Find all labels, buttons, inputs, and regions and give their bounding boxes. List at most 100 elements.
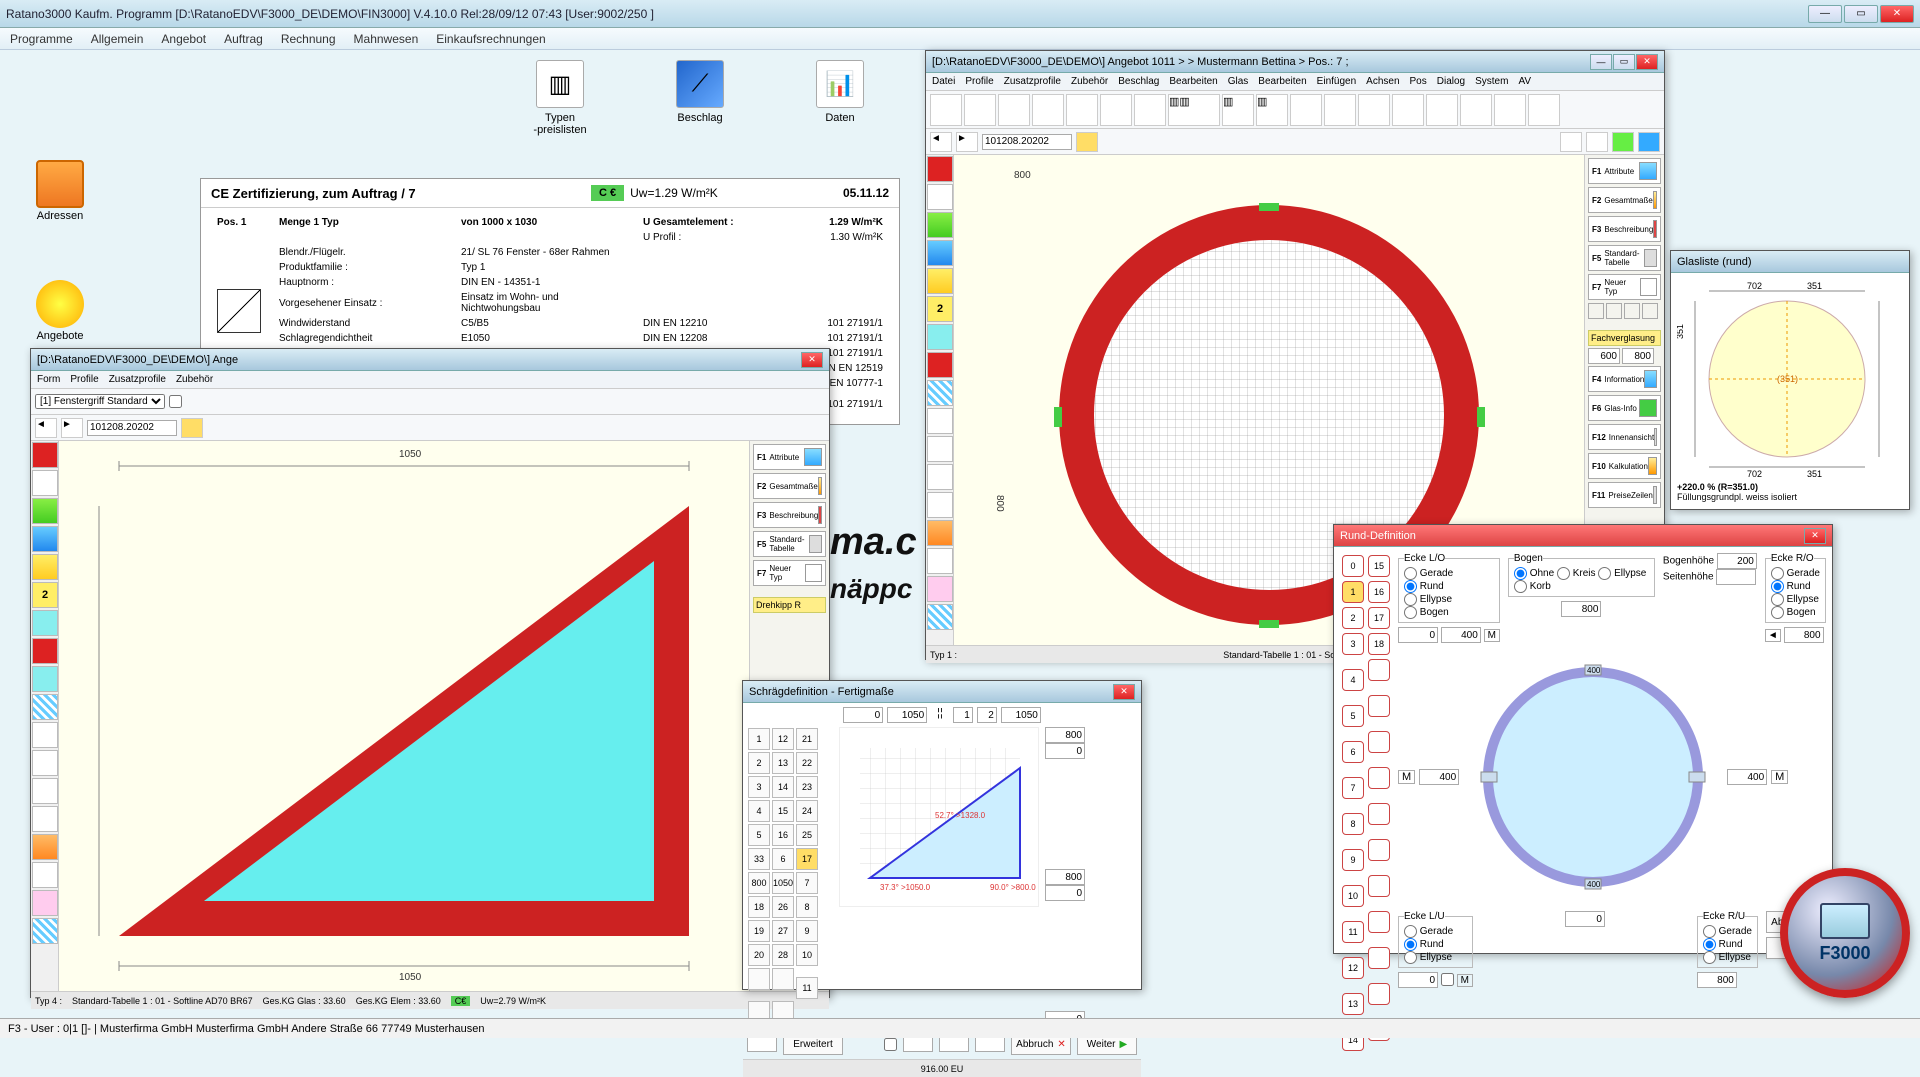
tool-beschlag[interactable]: ⟋ Beschlag <box>660 60 740 136</box>
schraeg-shape-25[interactable]: 25 <box>796 824 818 846</box>
rund-shape-3[interactable]: 3 <box>1342 633 1364 655</box>
schraeg-shape-21[interactable]: 21 <box>796 728 818 750</box>
schraeg-shape-1050[interactable]: 1050 <box>772 872 794 894</box>
svg-text:37.3° >1050.0: 37.3° >1050.0 <box>880 883 931 892</box>
griff-select[interactable]: [1] Fenstergriff Standard [] <box>35 394 165 409</box>
menu-mahnwesen[interactable]: Mahnwesen <box>354 32 419 46</box>
schraeg-shape-2[interactable]: 2 <box>748 752 770 774</box>
schraeg-shape-[interactable] <box>748 968 770 990</box>
rund-shape-6[interactable]: 6 <box>1342 741 1364 763</box>
menu-angebot[interactable]: Angebot <box>161 32 206 46</box>
f3000-button[interactable]: F3000 <box>1780 868 1910 998</box>
schraeg-shape-16[interactable]: 16 <box>772 824 794 846</box>
nav-next[interactable]: ► <box>61 418 83 438</box>
min-button[interactable]: — <box>1590 54 1612 70</box>
rund-shape-11[interactable]: 11 <box>1342 921 1364 943</box>
close-button[interactable]: ✕ <box>1113 684 1135 700</box>
schraeg-shape-11[interactable]: 11 <box>796 977 818 999</box>
schraeg-shape-27[interactable]: 27 <box>772 920 794 942</box>
rund-shape-1[interactable]: 1 <box>1342 581 1364 603</box>
rund-shape-15[interactable]: 15 <box>1368 555 1390 577</box>
menu-auftrag[interactable]: Auftrag <box>224 32 263 46</box>
schraeg-shape-18[interactable]: 18 <box>748 896 770 918</box>
nav-next[interactable]: ► <box>956 132 978 152</box>
schraeg-shape-[interactable] <box>772 968 794 990</box>
rund-shape-[interactable] <box>1368 731 1390 753</box>
menu-rechnung[interactable]: Rechnung <box>281 32 336 46</box>
schraeg-shape-9[interactable]: 9 <box>796 920 818 942</box>
schraeg-shape-33[interactable]: 33 <box>748 848 770 870</box>
code-input[interactable] <box>982 134 1072 150</box>
schraeg-shape-26[interactable]: 26 <box>772 896 794 918</box>
schraeg-shape-800[interactable]: 800 <box>748 872 770 894</box>
schraeg-shape-14[interactable]: 14 <box>772 776 794 798</box>
close-button[interactable]: ✕ <box>1636 54 1658 70</box>
schraeg-shape-17[interactable]: 17 <box>796 848 818 870</box>
minimize-button[interactable]: — <box>1808 5 1842 23</box>
fn-beschr[interactable]: F3Beschreibung <box>1588 216 1661 242</box>
code-input[interactable] <box>87 420 177 436</box>
schraeg-shape-23[interactable]: 23 <box>796 776 818 798</box>
rund-shape-[interactable] <box>1368 695 1390 717</box>
menu-allgemein[interactable]: Allgemein <box>91 32 144 46</box>
round-vtools: 2 <box>926 155 954 645</box>
schraeg-shape-20[interactable]: 20 <box>748 944 770 966</box>
schraeg-shape-13[interactable]: 13 <box>772 752 794 774</box>
rund-shape-[interactable] <box>1368 767 1390 789</box>
monitor-icon <box>1820 903 1870 939</box>
desktop-angebote[interactable]: Angebote <box>25 280 95 342</box>
rund-shape-7[interactable]: 7 <box>1342 777 1364 799</box>
rund-shape-[interactable] <box>1368 659 1390 681</box>
schraeg-shape-1[interactable]: 1 <box>748 728 770 750</box>
rund-shape-[interactable] <box>1368 947 1390 969</box>
schraeg-shape-8[interactable]: 8 <box>796 896 818 918</box>
tool-daten[interactable]: 📊 Daten <box>800 60 880 136</box>
schraeg-shape-5[interactable]: 5 <box>748 824 770 846</box>
maximize-button[interactable]: ▭ <box>1844 5 1878 23</box>
fn-std[interactable]: F5Standard-Tabelle <box>1588 245 1661 271</box>
rund-shape-[interactable] <box>1368 875 1390 897</box>
rund-shape-4[interactable]: 4 <box>1342 669 1364 691</box>
schraeg-shape-4[interactable]: 4 <box>748 800 770 822</box>
rund-shape-9[interactable]: 9 <box>1342 849 1364 871</box>
menu-einkaufsrechnungen[interactable]: Einkaufsrechnungen <box>436 32 545 46</box>
tb-btn[interactable] <box>930 94 962 126</box>
rund-shape-[interactable] <box>1368 839 1390 861</box>
tri-canvas[interactable]: 1050 1050 <box>59 441 749 991</box>
nav-prev[interactable]: ◄ <box>930 132 952 152</box>
fn-gesamt[interactable]: F2Gesamtmaße <box>1588 187 1661 213</box>
rund-shape-10[interactable]: 10 <box>1342 885 1364 907</box>
rund-shape-2[interactable]: 2 <box>1342 607 1364 629</box>
rund-shape-0[interactable]: 0 <box>1342 555 1364 577</box>
schraeg-shape-6[interactable]: 6 <box>772 848 794 870</box>
tool-typenpreislisten[interactable]: ▥ Typen -preislisten <box>520 60 600 136</box>
schraeg-shape-22[interactable]: 22 <box>796 752 818 774</box>
schraeg-shape-7[interactable]: 7 <box>796 872 818 894</box>
rund-shape-16[interactable]: 16 <box>1368 581 1390 603</box>
rund-shape-[interactable] <box>1368 803 1390 825</box>
schraeg-shape-12[interactable]: 12 <box>772 728 794 750</box>
rund-shape-17[interactable]: 17 <box>1368 607 1390 629</box>
rund-shape-[interactable] <box>1368 983 1390 1005</box>
max-button[interactable]: ▭ <box>1613 54 1635 70</box>
schraeg-shape-28[interactable]: 28 <box>772 944 794 966</box>
close-button[interactable]: ✕ <box>801 352 823 368</box>
rund-shape-18[interactable]: 18 <box>1368 633 1390 655</box>
schraeg-shape-24[interactable]: 24 <box>796 800 818 822</box>
menu-programme[interactable]: Programme <box>10 32 73 46</box>
close-button[interactable]: ✕ <box>1804 528 1826 544</box>
rund-shape-5[interactable]: 5 <box>1342 705 1364 727</box>
schraeg-shape-15[interactable]: 15 <box>772 800 794 822</box>
rund-shape-12[interactable]: 12 <box>1342 957 1364 979</box>
desktop-adressen[interactable]: Adressen <box>25 160 95 222</box>
schraeg-shape-3[interactable]: 3 <box>748 776 770 798</box>
fn-attribute[interactable]: F1Attribute <box>1588 158 1661 184</box>
fn-neuer[interactable]: F7Neuer Typ <box>1588 274 1661 300</box>
rund-shape-13[interactable]: 13 <box>1342 993 1364 1015</box>
rund-shape-8[interactable]: 8 <box>1342 813 1364 835</box>
rund-shape-[interactable] <box>1368 911 1390 933</box>
close-button[interactable]: ✕ <box>1880 5 1914 23</box>
schraeg-shape-10[interactable]: 10 <box>796 944 818 966</box>
nav-prev[interactable]: ◄ <box>35 418 57 438</box>
schraeg-shape-19[interactable]: 19 <box>748 920 770 942</box>
